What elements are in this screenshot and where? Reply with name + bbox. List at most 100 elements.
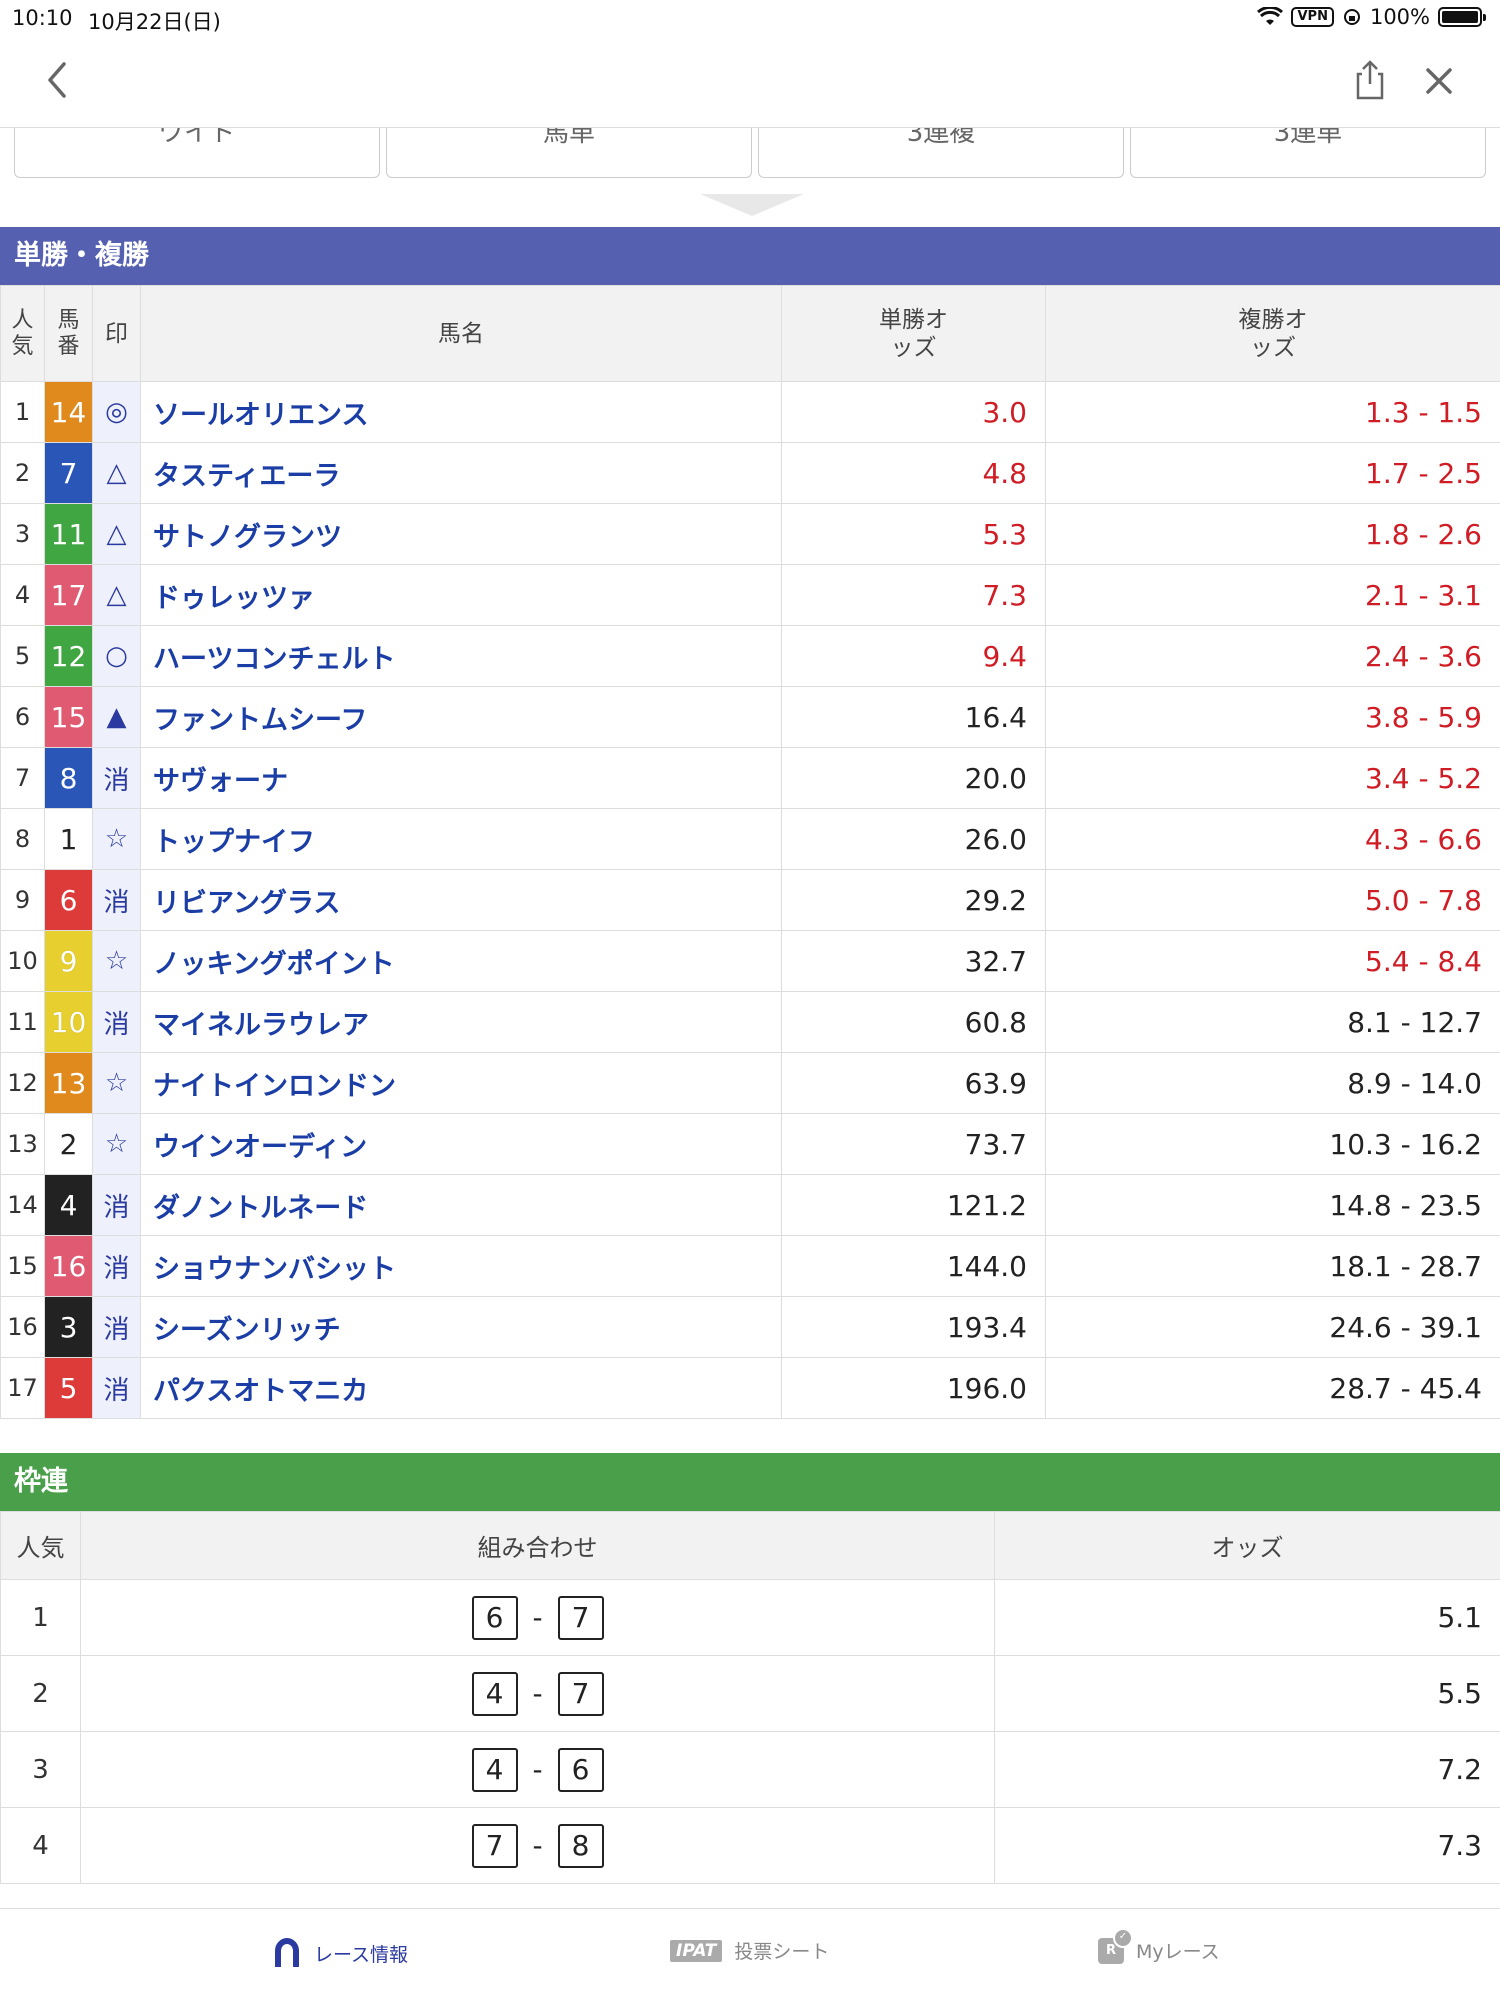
horse-name-link[interactable]: タスティエーラ (140, 442, 782, 504)
popularity-cell: 3 (0, 503, 45, 565)
horse-name-link[interactable]: マイネルラウレア (140, 991, 782, 1053)
win-odds-cell: 32.7 (781, 930, 1046, 992)
prediction-mark-cell: 消 (92, 1296, 141, 1358)
win-odds-cell: 3.0 (781, 381, 1046, 443)
horse-name-link[interactable]: ノッキングポイント (140, 930, 782, 992)
close-icon[interactable] (1420, 62, 1458, 100)
prediction-mark-cell: ▲ (92, 686, 141, 748)
horse-name-link[interactable]: シーズンリッチ (140, 1296, 782, 1358)
win-odds-cell: 4.8 (781, 442, 1046, 504)
table-row[interactable]: 12 13 ☆ ナイトインロンドン 63.9 8.9 - 14.0 (0, 1052, 1500, 1114)
odds-cell: 5.5 (994, 1655, 1500, 1732)
vpn-badge: VPN (1291, 7, 1334, 27)
tab-ipat-sheet[interactable]: IPAT 投票シート (670, 1937, 829, 1964)
place-odds-cell: 24.6 - 39.1 (1045, 1296, 1500, 1358)
tab-sanrentan[interactable]: 3連単 (1130, 128, 1486, 178)
horse-name-link[interactable]: ソールオリエンス (140, 381, 782, 443)
table-row[interactable]: 15 16 消ショウナンバシット 144.0 18.1 - 28.7 (0, 1235, 1500, 1297)
table-row[interactable]: 4 17 △ ドゥレッツァ 7.3 2.1 - 3.1 (0, 564, 1500, 626)
horse-name-link[interactable]: サトノグランツ (140, 503, 782, 565)
table-row[interactable]: 3 4-6 7.2 (0, 1731, 1500, 1808)
tab-my-race[interactable]: R Myレース (1098, 1927, 1220, 1964)
popularity-cell: 12 (0, 1052, 45, 1114)
table-row[interactable]: 5 12 ○ ハーツコンチェルト 9.4 2.4 - 3.6 (0, 625, 1500, 687)
horse-name-link[interactable]: リビアングラス (140, 869, 782, 931)
prediction-mark-cell: ☆ (92, 1113, 141, 1175)
table-row[interactable]: 11 10 消マイネルラウレア 60.8 8.1 - 12.7 (0, 991, 1500, 1053)
win-odds-cell: 193.4 (781, 1296, 1046, 1358)
table-row[interactable]: 17 5 消パクスオトマニカ 196.0 28.7 - 45.4 (0, 1357, 1500, 1419)
combo-separator: - (532, 1753, 543, 1786)
ipat-icon: IPAT (670, 1939, 723, 1962)
table-row[interactable]: 14 4 消ダノントルネード 121.2 14.8 - 23.5 (0, 1174, 1500, 1236)
horse-name-link[interactable]: ナイトインロンドン (140, 1052, 782, 1114)
horse-name-link[interactable]: ハーツコンチェルト (140, 625, 782, 687)
frame-number-box: 7 (557, 1595, 604, 1640)
popularity-cell: 1 (0, 381, 45, 443)
horse-number-cell: 17 (44, 564, 93, 626)
prediction-mark-cell: 消 (92, 1174, 141, 1236)
horse-name-link[interactable]: ドゥレッツァ (140, 564, 782, 626)
table-row[interactable]: 3 11 △ サトノグランツ 5.3 1.8 - 2.6 (0, 503, 1500, 565)
popularity-cell: 11 (0, 991, 45, 1053)
table-row[interactable]: 6 15 ▲ ファントムシーフ 16.4 3.8 - 5.9 (0, 686, 1500, 748)
horse-name-link[interactable]: サヴォーナ (140, 747, 782, 809)
combination-cell: 4-6 (80, 1731, 995, 1808)
table-row[interactable]: 8 1 ☆ トップナイフ 26.0 4.3 - 6.6 (0, 808, 1500, 870)
share-icon[interactable] (1352, 58, 1388, 102)
place-odds-cell: 3.4 - 5.2 (1045, 747, 1500, 809)
horse-number-cell: 12 (44, 625, 93, 687)
nav-bar (0, 36, 1500, 128)
horse-name-link[interactable]: ショウナンバシット (140, 1235, 782, 1297)
horse-name-link[interactable]: ウインオーディン (140, 1113, 782, 1175)
win-odds-cell: 196.0 (781, 1357, 1046, 1419)
prediction-mark-cell: 消 (92, 1235, 141, 1297)
horse-number-cell: 1 (44, 808, 93, 870)
place-odds-cell: 1.3 - 1.5 (1045, 381, 1500, 443)
table-row[interactable]: 13 2 ☆ ウインオーディン 73.7 10.3 - 16.2 (0, 1113, 1500, 1175)
horse-name-link[interactable]: パクスオトマニカ (140, 1357, 782, 1419)
odds-cell: 7.2 (994, 1731, 1500, 1808)
wifi-icon (1257, 7, 1284, 25)
place-odds-cell: 4.3 - 6.6 (1045, 808, 1500, 870)
horse-name-link[interactable]: ファントムシーフ (140, 686, 782, 748)
table-row[interactable]: 7 8 消サヴォーナ 20.0 3.4 - 5.2 (0, 747, 1500, 809)
back-chevron-icon[interactable] (38, 56, 78, 104)
horse-name-link[interactable]: ダノントルネード (140, 1174, 782, 1236)
popularity-cell: 17 (0, 1357, 45, 1419)
frame-number-box: 7 (471, 1823, 518, 1868)
battery-percent: 100% (1369, 5, 1430, 29)
combination-cell: 7-8 (80, 1807, 995, 1884)
win-odds-cell: 63.9 (781, 1052, 1046, 1114)
tab-wide[interactable]: ワイド (14, 128, 380, 178)
table-row[interactable]: 1 14 ◎ ソールオリエンス 3.0 1.3 - 1.5 (0, 381, 1500, 443)
tansho-fukusho-table: 人気 馬番 印 馬名 単勝オッズ 複勝オッズ 1 14 ◎ ソールオリエンス 3.0 1.… (0, 285, 1500, 1419)
horse-name-link[interactable]: トップナイフ (140, 808, 782, 870)
popularity-cell: 4 (0, 1807, 81, 1884)
place-odds-cell: 3.8 - 5.9 (1045, 686, 1500, 748)
win-odds-cell: 5.3 (781, 503, 1046, 565)
prediction-mark-cell: ☆ (92, 930, 141, 992)
table-row[interactable]: 9 6 消リビアングラス 29.2 5.0 - 7.8 (0, 869, 1500, 931)
frame-number-box: 6 (557, 1747, 604, 1792)
table-row[interactable]: 2 7 △ タスティエーラ 4.8 1.7 - 2.5 (0, 442, 1500, 504)
popularity-cell: 2 (0, 1655, 81, 1732)
prediction-mark-cell: 消 (92, 1357, 141, 1419)
table-row[interactable]: 1 6-7 5.1 (0, 1579, 1500, 1656)
bet-type-tabs: ワイド 馬単 3連複 3連単 (0, 128, 1500, 228)
tab-sanrenpuku[interactable]: 3連複 (758, 128, 1124, 178)
table-row[interactable]: 16 3 消シーズンリッチ 193.4 24.6 - 39.1 (0, 1296, 1500, 1358)
table-row[interactable]: 2 4-7 5.5 (0, 1655, 1500, 1732)
table-row[interactable]: 10 9 ☆ ノッキングポイント 32.7 5.4 - 8.4 (0, 930, 1500, 992)
my-race-icon: R (1098, 1927, 1133, 1964)
tab-umatan[interactable]: 馬単 (386, 128, 752, 178)
horse-number-cell: 14 (44, 381, 93, 443)
win-odds-cell: 7.3 (781, 564, 1046, 626)
combo-separator: - (532, 1601, 543, 1634)
table-header-row: 人気 馬番 印 馬名 単勝オッズ 複勝オッズ (0, 285, 1500, 382)
wakuren-table: 人気 組み合わせ オッズ 1 6-7 5.1 2 4-7 5.5 3 4-6 7.2 4 7-8 7.… (0, 1511, 1500, 1884)
win-odds-cell: 16.4 (781, 686, 1046, 748)
tab-race-info[interactable]: レース情報 (272, 1937, 408, 1969)
popularity-cell: 1 (0, 1579, 81, 1656)
table-row[interactable]: 4 7-8 7.3 (0, 1807, 1500, 1884)
